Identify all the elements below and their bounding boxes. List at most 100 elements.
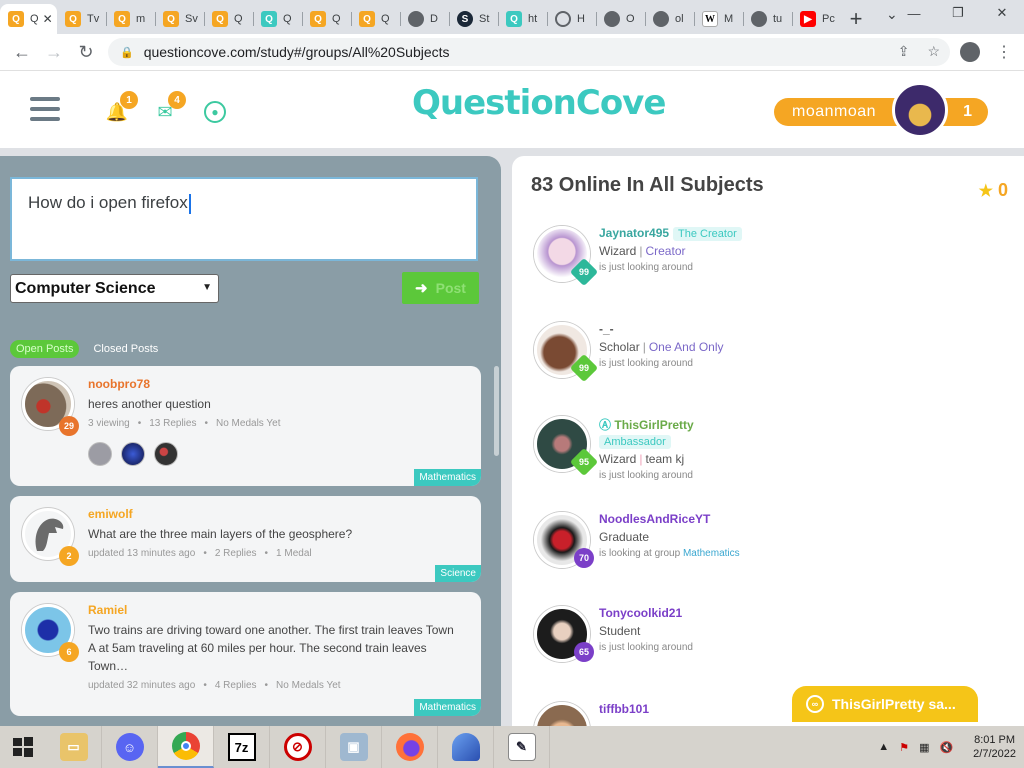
minimize-button[interactable]: — [892, 0, 936, 26]
user-avatar [892, 82, 948, 138]
questioncove-favicon-icon: Q [163, 11, 179, 27]
post-card[interactable]: 6 Ramiel Two trains are driving toward o… [10, 592, 481, 716]
browser-tab[interactable]: Q Tv [57, 4, 106, 34]
browser-tab[interactable]: ol [645, 4, 694, 34]
browser-tab[interactable]: O [596, 4, 645, 34]
taskbar-blocked-app[interactable]: ⊘ [270, 726, 326, 768]
notifications-bell-icon[interactable]: 🔔 1 [106, 91, 138, 123]
browser-tab[interactable]: ▶ Pc [792, 4, 841, 34]
questioncove-teal-favicon-icon: Q [261, 11, 277, 27]
text-caret [188, 193, 191, 214]
post-username[interactable]: emiwolf [88, 507, 133, 521]
taskbar-7zip[interactable]: 7z [214, 726, 270, 768]
menu-hamburger-icon[interactable] [30, 97, 60, 121]
chat-popup[interactable]: ∞ ThisGirlPretty sa... [792, 686, 978, 722]
close-tab-icon[interactable]: ✕ [43, 12, 53, 26]
taskbar-file-explorer[interactable]: ▭ [46, 726, 102, 768]
7zip-icon: 7z [227, 733, 256, 761]
subject-tag[interactable]: Mathematics [414, 469, 481, 486]
post-button[interactable]: ➜ Post [402, 272, 479, 304]
profile-user-icon[interactable]: ● [204, 101, 226, 123]
browser-tab[interactable]: tu [743, 4, 792, 34]
browser-tab[interactable]: S St [449, 4, 498, 34]
member-name[interactable]: NoodlesAndRiceYT [599, 512, 710, 526]
tab-closed-posts[interactable]: Closed Posts [87, 340, 164, 358]
browser-tab[interactable]: QQ [204, 4, 253, 34]
flag-icon[interactable]: ⚑ [899, 741, 909, 754]
browser-tab[interactable]: D [400, 4, 449, 34]
subject-tag[interactable]: Science [435, 565, 481, 582]
questioncove-logo[interactable]: QuestionCove [412, 83, 666, 123]
browser-tab-label: Q [332, 13, 341, 25]
browser-tab-label: ht [528, 13, 538, 25]
online-users-panel: 83 Online In All Subjects ★ 0 99 Jaynato… [512, 156, 1024, 726]
user-pill[interactable]: moanmoan 1 [774, 82, 988, 138]
rank-badge: 65 [574, 642, 594, 662]
messages-envelope-icon[interactable]: ✉ 4 [154, 91, 186, 123]
forward-button[interactable]: → [38, 36, 70, 68]
rank-badge: 2 [59, 546, 79, 566]
browser-tab[interactable]: Qht [498, 4, 547, 34]
globe-favicon-icon [653, 11, 669, 27]
member-name[interactable]: -_- [599, 322, 614, 336]
subject-select[interactable]: Computer Science ▼ [10, 274, 219, 303]
scrollbar[interactable] [494, 366, 499, 456]
profile-icon[interactable] [960, 42, 980, 62]
viewer-avatar[interactable] [154, 442, 178, 466]
member-name[interactable]: Jaynator495 The Creator [599, 226, 742, 241]
avatar[interactable] [534, 702, 590, 726]
taskbar-discord[interactable]: ☺ [102, 726, 158, 768]
browser-tab[interactable]: QQ [253, 4, 302, 34]
back-button[interactable]: ← [6, 36, 38, 68]
new-tab-button[interactable]: + [841, 4, 871, 34]
post-card[interactable]: 2 emiwolf What are the three main layers… [10, 496, 481, 582]
tab-open-posts[interactable]: Open Posts [10, 340, 80, 358]
network-icon[interactable]: ▦ [919, 741, 929, 754]
post-username[interactable]: noobpro78 [88, 377, 150, 391]
viewer-avatar[interactable] [88, 442, 112, 466]
share-icon[interactable]: ⇪ [898, 43, 910, 60]
browser-tab[interactable]: Q Q ✕ [0, 4, 57, 34]
browser-tab[interactable]: QQ [302, 4, 351, 34]
viewer-avatar[interactable] [121, 442, 145, 466]
post-card[interactable]: 29 noobpro78 heres another question 3 vi… [10, 366, 481, 486]
browser-tab-strip: Q Q ✕ Q Tv Qm Q Sv Q Q Q Q Q Q Q Q D S St Qht H Ool W Mtu ▶ Pc + [0, 0, 1024, 34]
start-button[interactable] [0, 726, 46, 768]
member-name[interactable]: tiffbb101 [599, 702, 649, 716]
taskbar-chrome[interactable] [158, 726, 214, 768]
browser-tab[interactable]: WM [694, 4, 743, 34]
post-question[interactable]: heres another question [88, 395, 458, 413]
rank-badge: 29 [59, 416, 79, 436]
browser-tab[interactable]: QQ [351, 4, 400, 34]
member-name[interactable]: Ⓐ ThisGirlPretty [599, 416, 694, 433]
member-name[interactable]: Tonycoolkid21 [599, 606, 682, 620]
wikipedia-favicon-icon: W [702, 11, 718, 27]
taskbar-app-blue[interactable] [438, 726, 494, 768]
browser-tab-label: Q [283, 13, 292, 25]
browser-tab[interactable]: Q Sv [155, 4, 204, 34]
address-bar[interactable]: 🔒 questioncove.com/study#/groups/All%20S… [108, 38, 950, 66]
clock[interactable]: 8:01 PM 2/7/2022 [973, 733, 1016, 761]
volume-icon[interactable]: 🔇 [939, 741, 953, 754]
post-question[interactable]: Two trains are driving toward one anothe… [88, 621, 458, 675]
browser-tab-label: M [724, 13, 734, 25]
taskbar-firefox[interactable] [382, 726, 438, 768]
taskbar-editor[interactable]: ✎ [494, 726, 550, 768]
group-link[interactable]: Mathematics [683, 548, 740, 559]
post-username[interactable]: Ramiel [88, 603, 127, 617]
subject-tag[interactable]: Mathematics [414, 699, 481, 716]
messages-badge: 4 [168, 91, 186, 109]
taskbar-remote-desktop[interactable]: ▣ [326, 726, 382, 768]
member-status: is just looking around [599, 262, 693, 273]
restore-button[interactable]: ❐ [936, 0, 980, 26]
reload-button[interactable]: ↻ [70, 36, 102, 68]
post-question[interactable]: What are the three main layers of the ge… [88, 525, 458, 543]
tray-expand-icon[interactable]: ▲ [878, 741, 889, 753]
browser-tab[interactable]: H [547, 4, 596, 34]
question-input[interactable]: How do i open firefox [10, 177, 478, 261]
browser-menu-icon[interactable]: ⋮ [996, 42, 1012, 62]
close-window-button[interactable]: ✕ [980, 0, 1024, 26]
bookmark-star-icon[interactable]: ☆ [927, 43, 940, 60]
browser-tab-label: Tv [87, 13, 100, 25]
browser-tab[interactable]: Qm [106, 4, 155, 34]
